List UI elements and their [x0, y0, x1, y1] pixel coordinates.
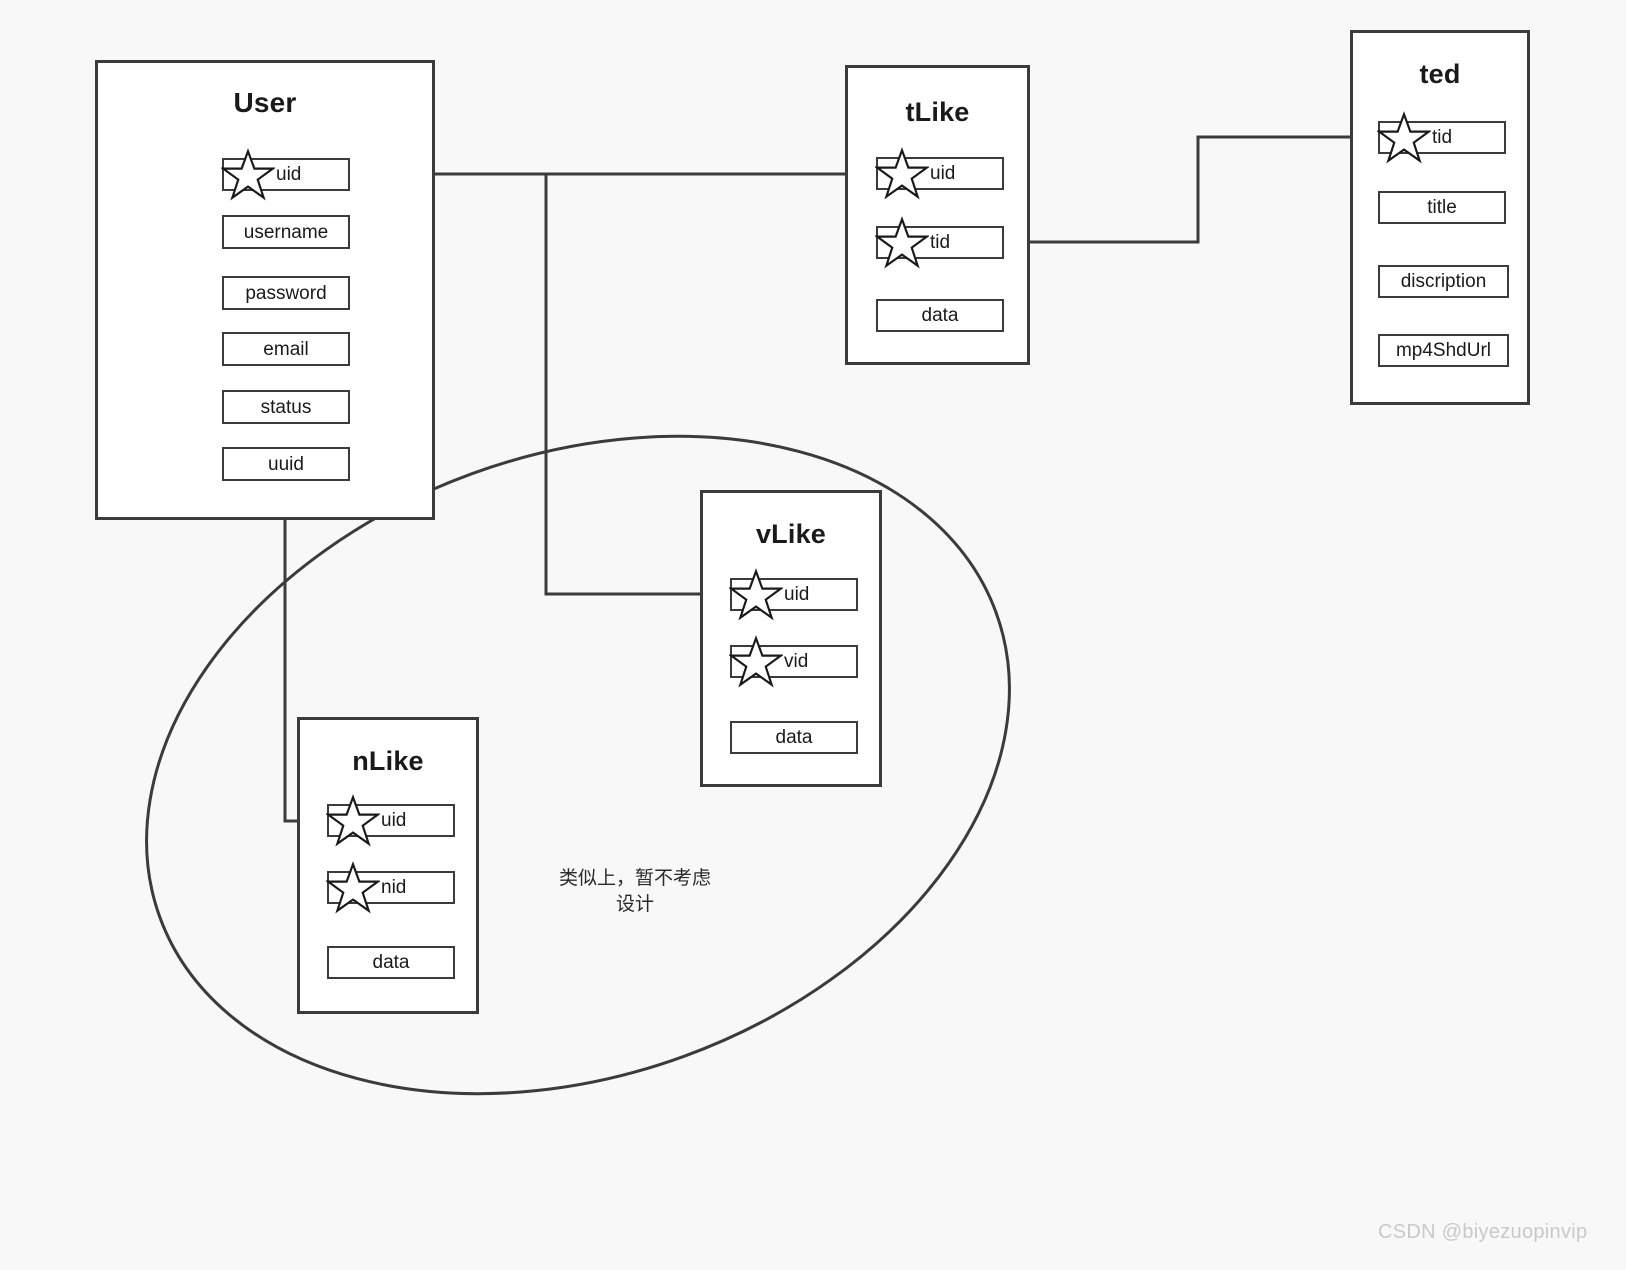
field-ted-tid-label: tid [1432, 127, 1453, 148]
field-user-uuid-label: uuid [268, 453, 304, 475]
relation-tlike-tid-to-ted-tid [1006, 132, 1376, 244]
field-user-password[interactable]: password [222, 276, 350, 310]
field-vlike-vid[interactable]: vid [729, 634, 858, 687]
field-ted-mp4shdurl-label: mp4ShdUrl [1395, 340, 1492, 361]
field-ted-mp4shdurl[interactable]: mp4ShdUrl [1378, 334, 1509, 367]
field-nlike-data-label: data [372, 952, 410, 973]
entity-nlike-title: nLike [352, 746, 424, 776]
field-user-uuid[interactable]: uuid [222, 447, 350, 481]
field-vlike-data-label: data [775, 727, 813, 748]
entity-user-title: User [233, 87, 297, 118]
field-user-status[interactable]: status [222, 390, 350, 424]
field-tlike-uid[interactable]: uid [875, 146, 1004, 199]
entity-vlike-title: vLike [755, 519, 827, 549]
field-nlike-data[interactable]: data [327, 946, 455, 979]
field-user-email-label: email [263, 338, 309, 360]
field-user-status-label: status [260, 396, 312, 418]
field-user-username-label: username [243, 221, 329, 243]
field-nlike-uid[interactable]: uid [326, 793, 455, 846]
field-ted-discription[interactable]: discription [1378, 265, 1509, 298]
field-user-uid-label: uid [276, 164, 302, 185]
field-user-uid[interactable]: uid [221, 147, 350, 200]
field-user-password-label: password [245, 282, 327, 304]
field-ted-tid[interactable]: tid [1377, 110, 1506, 163]
field-tlike-tid[interactable]: tid [875, 215, 1004, 268]
field-vlike-data[interactable]: data [730, 721, 858, 754]
watermark-label: CSDN @biyezuopinvip [1378, 1221, 1588, 1243]
entity-tlike-title: tLike [905, 97, 970, 127]
field-tlike-tid-label: tid [930, 232, 951, 253]
field-vlike-vid-label: vid [784, 651, 809, 672]
field-tlike-uid-label: uid [930, 163, 956, 184]
field-nlike-nid[interactable]: nid [326, 860, 455, 913]
field-ted-title[interactable]: title [1378, 191, 1506, 224]
field-vlike-uid-label: uid [784, 584, 810, 605]
field-ted-title-label: title [1427, 197, 1457, 218]
entity-ted-title: ted [1419, 59, 1461, 89]
field-tlike-data-label: data [921, 305, 959, 326]
field-user-username[interactable]: username [222, 215, 350, 249]
annotation-note: 类似上，暂不考虑 设计 [558, 868, 711, 915]
field-ted-discription-label: discription [1400, 271, 1487, 292]
field-vlike-uid[interactable]: uid [729, 567, 858, 620]
field-user-email[interactable]: email [222, 332, 350, 366]
field-nlike-nid-label: nid [381, 877, 407, 898]
field-tlike-data[interactable]: data [876, 299, 1004, 332]
field-nlike-uid-label: uid [381, 810, 407, 831]
